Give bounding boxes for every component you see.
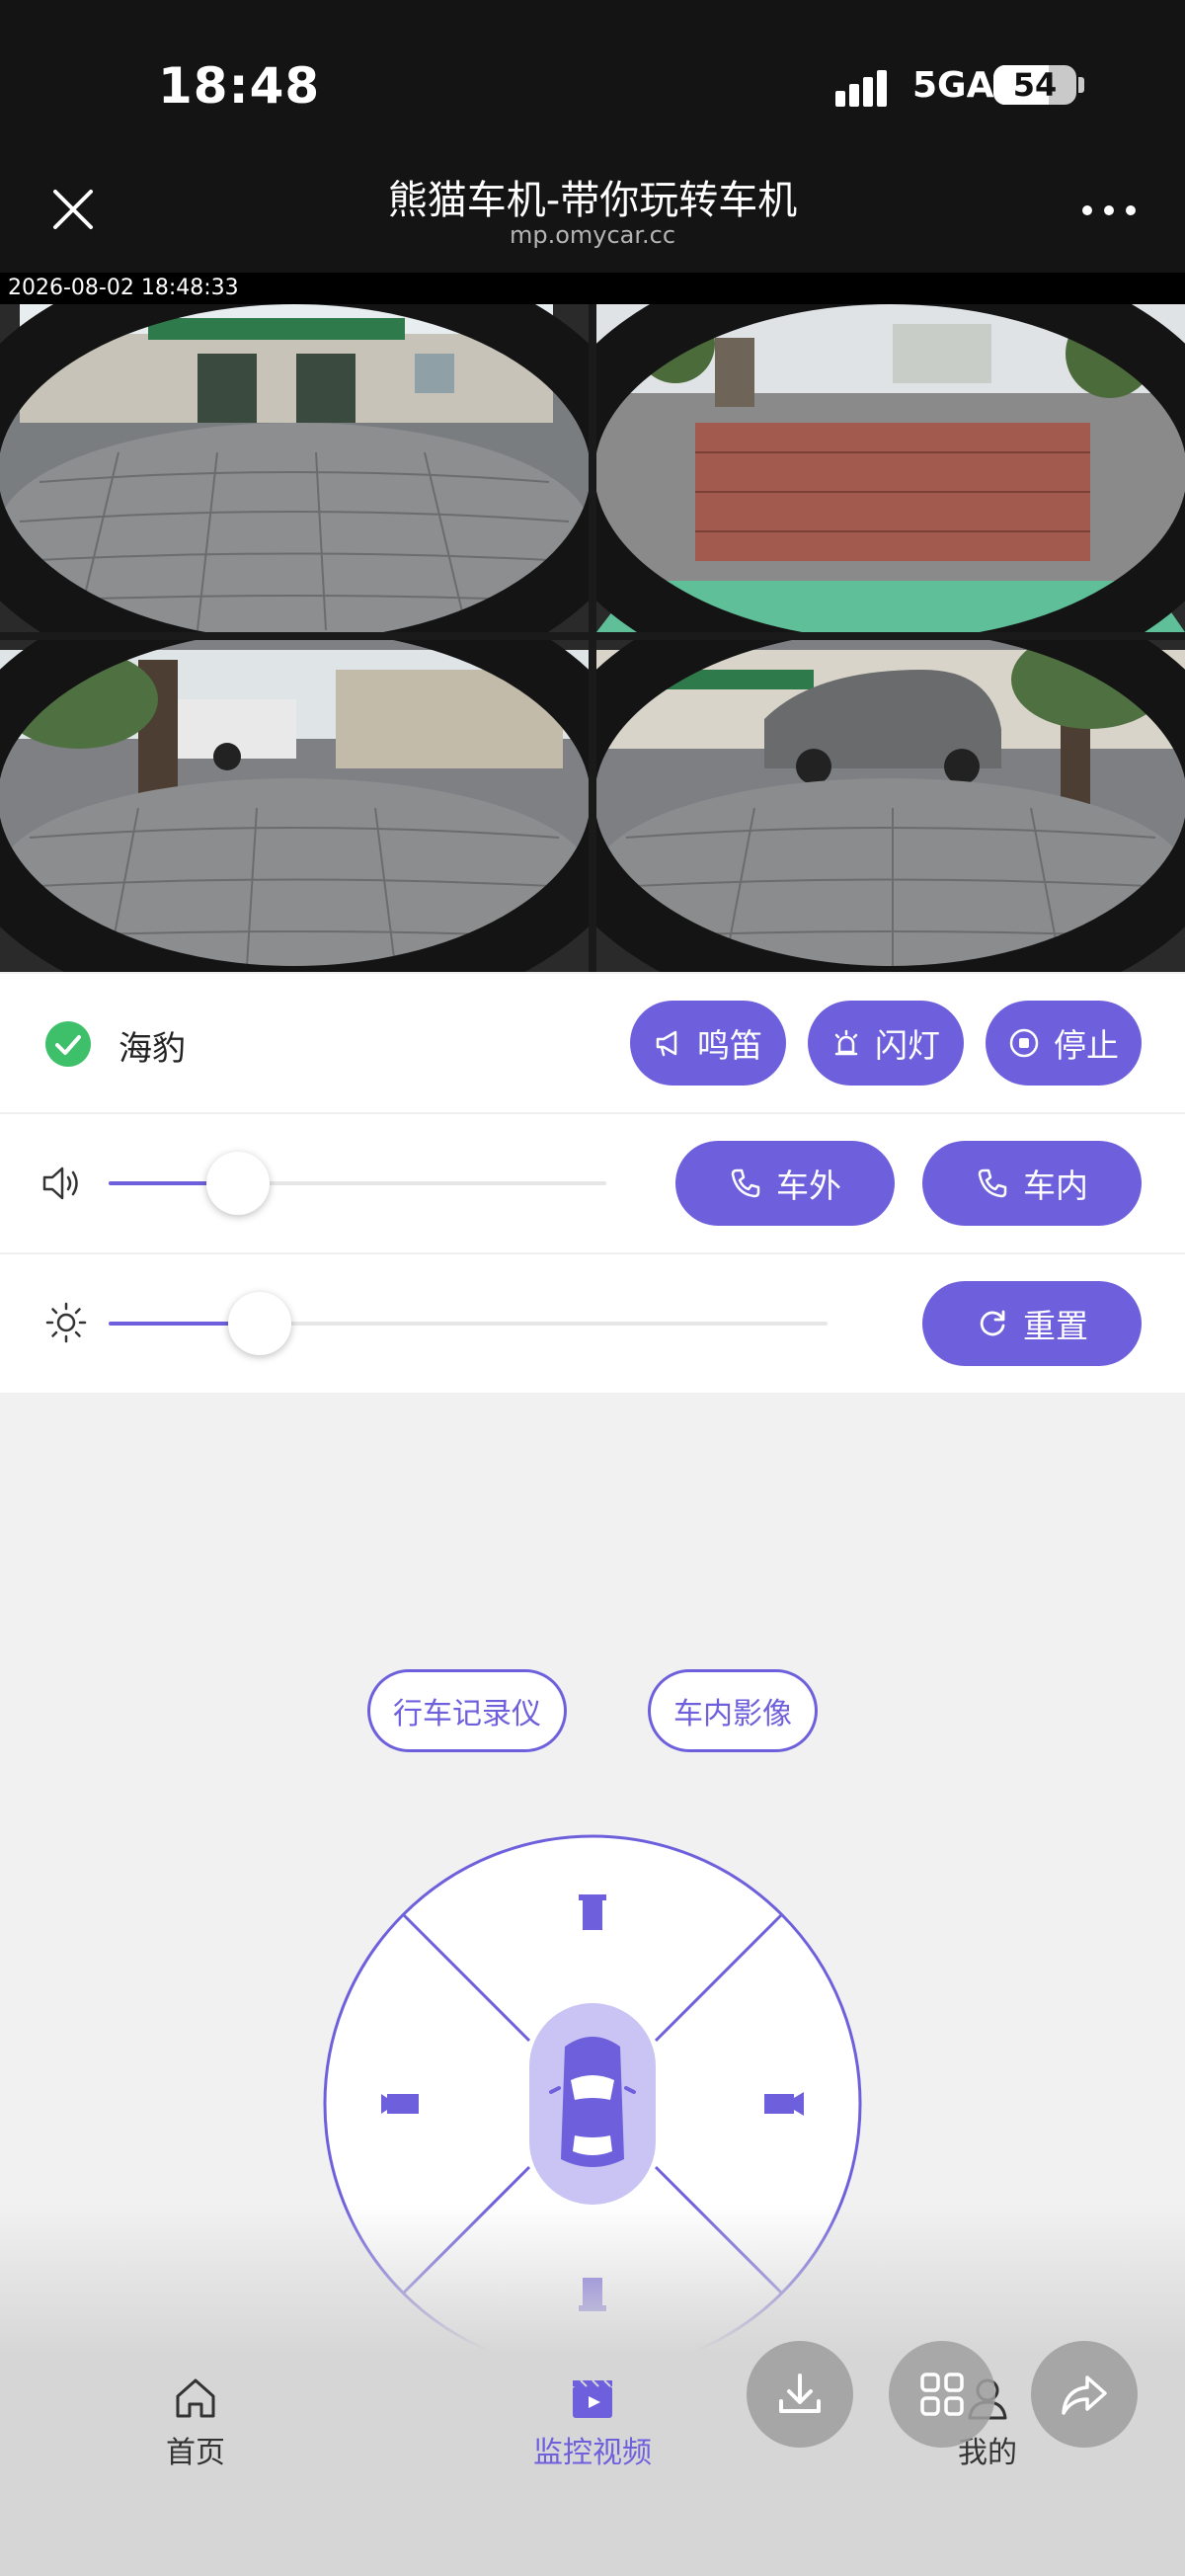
home-icon xyxy=(176,2378,215,2418)
camera-feed-right[interactable] xyxy=(596,640,1185,972)
stop-label: 停止 xyxy=(1054,1026,1119,1065)
vehicle-action-row: 海豹 鸣笛 闪灯 停止 xyxy=(0,974,1185,1112)
close-icon[interactable] xyxy=(43,180,103,239)
vehicle-name: 海豹 xyxy=(118,1029,186,1069)
battery-percent: 54 xyxy=(1012,66,1058,104)
camera-feed-front[interactable] xyxy=(0,304,589,632)
brightness-row: 重置 xyxy=(0,1254,1185,1393)
speaker-icon xyxy=(42,1167,78,1200)
apps-button[interactable] xyxy=(889,2341,995,2448)
battery-tip xyxy=(1078,77,1084,93)
reset-label: 重置 xyxy=(1023,1307,1088,1345)
alarm-light-icon xyxy=(834,1029,858,1056)
call-inside-label: 车内 xyxy=(1023,1167,1088,1205)
more-icon[interactable] xyxy=(1082,203,1138,217)
stop-circle-icon xyxy=(1009,1028,1039,1058)
status-time: 18:48 xyxy=(158,57,321,115)
check-circle-icon xyxy=(45,1021,91,1067)
bottom-fade xyxy=(0,2203,1185,2351)
brightness-slider-thumb[interactable] xyxy=(228,1292,291,1355)
grid-icon xyxy=(920,2373,964,2416)
refresh-icon xyxy=(980,1310,1005,1336)
nav-monitor-label: 监控视频 xyxy=(533,2436,652,2470)
video-divider-horizontal xyxy=(0,632,1185,640)
nav-home-label: 首页 xyxy=(166,2436,225,2470)
volume-slider[interactable] xyxy=(109,1152,606,1215)
cabin-view-mode-button[interactable]: 车内影像 xyxy=(648,1669,818,1752)
nav-monitor-video[interactable]: 监控视频 xyxy=(494,2375,691,2471)
page-title: 熊猫车机-带你玩转车机 xyxy=(387,178,798,223)
flash-lights-button[interactable]: 闪灯 xyxy=(808,1001,964,1086)
camera-feed-left[interactable] xyxy=(0,640,589,972)
volume-row: 车外 车内 xyxy=(0,1114,1185,1252)
stop-button[interactable]: 停止 xyxy=(986,1001,1142,1086)
share-button[interactable] xyxy=(1031,2341,1138,2448)
megaphone-icon xyxy=(656,1030,677,1057)
phone-icon xyxy=(731,1168,760,1198)
flash-lights-label: 闪灯 xyxy=(875,1026,940,1065)
call-outside-label: 车外 xyxy=(776,1167,841,1205)
call-inside-button[interactable]: 车内 xyxy=(922,1141,1142,1226)
honk-label: 鸣笛 xyxy=(697,1026,762,1065)
honk-button[interactable]: 鸣笛 xyxy=(630,1001,786,1086)
video-clapper-icon xyxy=(573,2379,612,2418)
download-button[interactable] xyxy=(747,2341,853,2448)
right-camera-icon[interactable] xyxy=(764,2092,804,2116)
signal-icon xyxy=(835,70,887,107)
nav-home[interactable]: 首页 xyxy=(97,2375,294,2471)
network-label: 5GA xyxy=(912,65,994,106)
phone-icon xyxy=(978,1168,1007,1198)
camera-feed-rear[interactable] xyxy=(596,304,1185,632)
bottom-nav: 首页 监控视频 我的 xyxy=(0,2341,1185,2576)
download-icon xyxy=(779,2374,821,2413)
page-url: mp.omycar.cc xyxy=(509,221,676,249)
brightness-slider[interactable] xyxy=(109,1292,828,1355)
volume-slider-thumb[interactable] xyxy=(206,1152,270,1215)
brightness-icon xyxy=(45,1302,87,1343)
front-camera-icon[interactable] xyxy=(579,1894,606,1930)
share-arrow-icon xyxy=(1062,2375,1107,2415)
call-outside-button[interactable]: 车外 xyxy=(675,1141,895,1226)
reset-button[interactable]: 重置 xyxy=(922,1281,1142,1366)
dashcam-mode-button[interactable]: 行车记录仪 xyxy=(367,1669,567,1752)
surround-video-panel[interactable]: 2026-08-02 18:48:33 xyxy=(0,273,1185,972)
top-bar: 18:48 5GA 54 熊猫车机-带你玩转车机 mp.omycar.cc xyxy=(0,0,1185,273)
battery-icon: 54 xyxy=(993,65,1076,105)
video-timestamp: 2026-08-02 18:48:33 xyxy=(8,276,239,300)
